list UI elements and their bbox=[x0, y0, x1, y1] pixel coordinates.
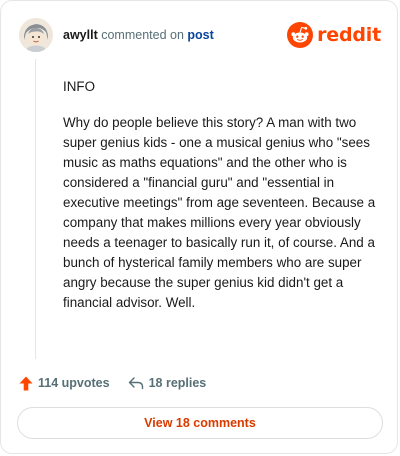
upvote-arrow-icon bbox=[19, 376, 33, 390]
byline: awyllt commented on post bbox=[63, 28, 214, 42]
comment-paragraph: INFO bbox=[63, 79, 95, 94]
comment-actions: 114 upvotes 18 replies bbox=[19, 373, 206, 393]
avatar-icon bbox=[19, 18, 53, 52]
comment-header: awyllt commented on post reddit bbox=[19, 17, 381, 53]
view-comments-button[interactable]: View 18 comments bbox=[17, 407, 383, 439]
commented-on-label: commented on bbox=[101, 28, 184, 42]
upvote-button[interactable]: 114 upvotes bbox=[19, 376, 110, 391]
reply-count: 18 replies bbox=[148, 376, 207, 390]
replies-button[interactable]: 18 replies bbox=[128, 376, 207, 390]
avatar[interactable] bbox=[19, 18, 53, 52]
reddit-logo-icon bbox=[287, 22, 314, 48]
username-link[interactable]: awyllt bbox=[63, 28, 98, 42]
comment-paragraph: Why do people believe this story? A man … bbox=[63, 115, 376, 310]
comment-card: awyllt commented on post reddit INFO Why… bbox=[0, 0, 398, 454]
post-link[interactable]: post bbox=[187, 28, 213, 42]
reddit-brand[interactable]: reddit bbox=[287, 22, 381, 48]
reddit-wordmark: reddit bbox=[317, 24, 381, 46]
reply-arrow-icon bbox=[128, 377, 143, 390]
comment-body: INFO Why do people believe this story? A… bbox=[63, 77, 379, 329]
thread-line bbox=[35, 59, 36, 359]
upvote-count: 114 upvotes bbox=[38, 376, 110, 390]
